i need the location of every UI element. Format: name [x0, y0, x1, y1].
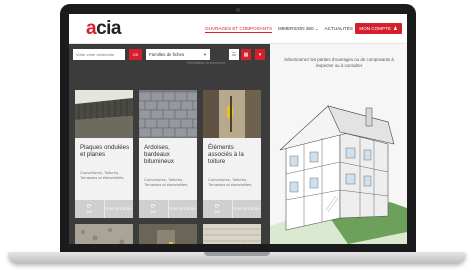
view-360-button[interactable]: ⟳ 360: [203, 200, 232, 218]
card-category: Couvertures, Toitures, Terrasses et étan…: [208, 177, 252, 187]
webcam-icon: [236, 8, 240, 12]
nav-actualites[interactable]: ACTUALITÉS: [325, 26, 353, 33]
search-input[interactable]: [73, 49, 125, 60]
card-thumbnail-partial[interactable]: [203, 224, 261, 244]
card-thumbnail: [75, 90, 133, 138]
grid-view-icon[interactable]: ▦: [241, 49, 251, 60]
card-title: Éléments associés à la toiture: [208, 144, 244, 165]
list-view-icon[interactable]: ☰: [229, 49, 239, 60]
laptop-mockup: acia OUVRAGES ET COMPOSANTS IMMERSION 36…: [0, 0, 474, 272]
card-plaques[interactable]: Plaques ondulées et planes Couvertures, …: [75, 90, 133, 218]
card-thumbnail-partial[interactable]: [75, 224, 133, 244]
card-footer: ⟳ 360 VOIR LE DÉTAIL: [75, 200, 133, 218]
view-detail-button[interactable]: VOIR LE DÉTAIL: [167, 200, 198, 218]
filter-toolbar: OK Familles de fiches ▼ ☰ ▦ ▾ Réinitiali…: [69, 44, 270, 66]
screen: acia OUVRAGES ET COMPOSANTS IMMERSION 36…: [69, 14, 407, 244]
laptop-notch: [204, 252, 270, 256]
card-category: Couvertures, Toitures, Terrasses et étan…: [80, 170, 124, 180]
search-ok-button[interactable]: OK: [129, 49, 142, 60]
family-select[interactable]: Familles de fiches ▼: [146, 49, 210, 60]
building-viewer: Sélectionnez les parties d'ouvrages ou d…: [270, 44, 407, 244]
site-header: acia OUVRAGES ET COMPOSANTS IMMERSION 36…: [69, 14, 407, 44]
view-detail-button[interactable]: VOIR LE DÉTAIL: [103, 200, 134, 218]
reset-search-link[interactable]: Réinitialiser la recherche: [187, 61, 225, 65]
my-account-button[interactable]: MON COMPTE ♟: [355, 23, 402, 34]
card-thumbnail: [203, 90, 261, 138]
nav-ouvrages-composants[interactable]: OUVRAGES ET COMPOSANTS: [205, 26, 273, 33]
nav-immersion-360[interactable]: IMMERSION 360 ⌄: [278, 26, 319, 33]
main-nav: OUVRAGES ET COMPOSANTS IMMERSION 360 ⌄ A…: [205, 26, 353, 33]
card-footer: ⟳ 360 VOIR LE DÉTAIL: [139, 200, 197, 218]
card-thumbnail: [139, 90, 197, 138]
view-360-button[interactable]: ⟳ 360: [139, 200, 168, 218]
user-icon: ♟: [393, 25, 398, 32]
chevron-down-icon: ▼: [203, 52, 207, 57]
filter-dropdown-icon[interactable]: ▾: [255, 49, 265, 60]
card-title: Ardoises, bardeaux bitumineux: [144, 144, 174, 165]
card-footer: ⟳ 360 VOIR LE DÉTAIL: [203, 200, 261, 218]
catalog-panel: OK Familles de fiches ▼ ☰ ▦ ▾ Réinitiali…: [69, 44, 270, 244]
view-360-button[interactable]: ⟳ 360: [75, 200, 104, 218]
view-detail-button[interactable]: VOIR LE DÉTAIL: [231, 200, 262, 218]
acia-logo[interactable]: acia: [86, 18, 121, 40]
card-category: Couvertures, Toitures, Terrasses et étan…: [144, 177, 188, 187]
card-title: Plaques ondulées et planes: [80, 144, 130, 158]
viewer-instructions: Sélectionnez les parties d'ouvrages ou d…: [284, 57, 394, 68]
card-ardoises[interactable]: Ardoises, bardeaux bitumineux Couverture…: [139, 90, 197, 218]
card-elements-toiture[interactable]: Éléments associés à la toiture Couvertur…: [203, 90, 261, 218]
card-thumbnail-partial[interactable]: [139, 224, 197, 244]
house-cutaway-illustration[interactable]: [270, 92, 407, 244]
